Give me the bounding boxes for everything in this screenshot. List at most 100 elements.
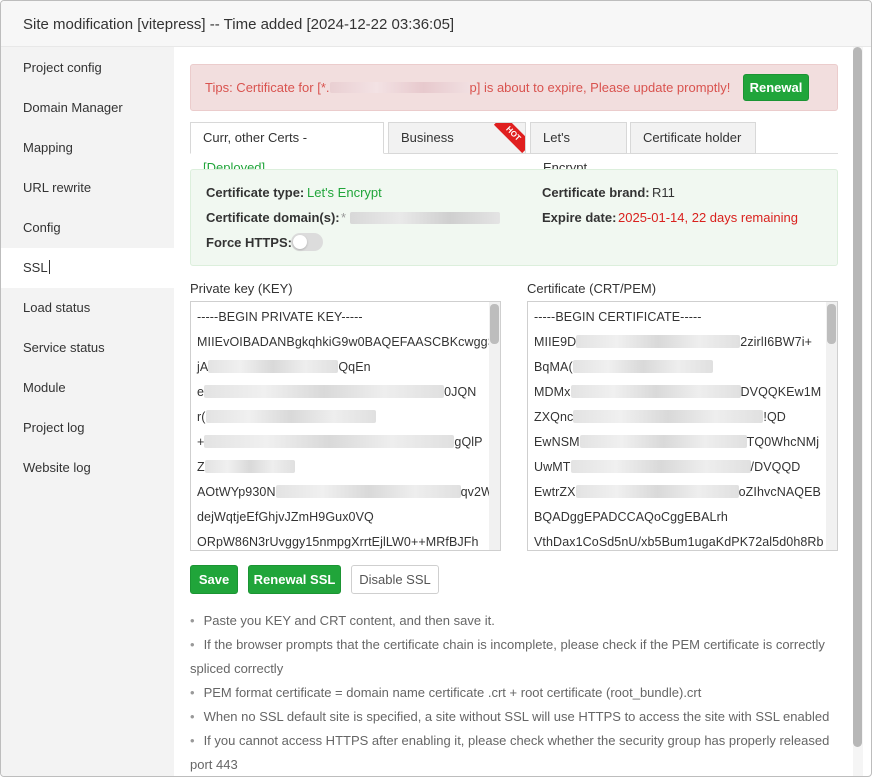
redacted-domain	[349, 212, 500, 224]
expiry-alert: Tips: Certificate for [*. p] is about to …	[190, 64, 838, 111]
key-line: +	[197, 435, 205, 449]
redacted-text	[570, 460, 751, 473]
text-cursor	[48, 260, 50, 274]
force-https-label: Force HTTPS:	[206, 235, 292, 250]
expiry-alert-text: Tips: Certificate for [*. p] is about to …	[205, 80, 730, 95]
note-item: • Paste you KEY and CRT content, and then…	[190, 609, 495, 633]
sidebar-item-service-status[interactable]: Service status	[1, 328, 174, 368]
sidebar-item-domain-manager[interactable]: Domain Manager	[1, 88, 174, 128]
key-line: e	[197, 385, 205, 399]
cert-brand-label: Certificate brand:	[542, 185, 650, 200]
note-text: Paste you KEY and CRT content, and then …	[203, 613, 495, 628]
tab-business-certificate[interactable]: Business Certificate HOT	[388, 122, 526, 154]
redacted-text	[204, 385, 445, 398]
cert-line: MDMx	[534, 385, 571, 399]
note-item-continued: port 443	[190, 753, 238, 776]
alert-suffix: p] is about to expire, Please update pro…	[469, 80, 731, 95]
cert-domain-label: Certificate domain(s):	[206, 210, 340, 225]
cert-line: MIIE9D	[534, 335, 577, 349]
private-key-textarea[interactable]: -----BEGIN PRIVATE KEY----- MIIEvOIBADAN…	[190, 301, 501, 551]
cert-line: ZXQnc	[534, 410, 574, 424]
note-item-continued: spliced correctly	[190, 657, 283, 681]
certificate-scrollbar[interactable]	[826, 302, 837, 550]
sidebar-item-label: Mapping	[23, 140, 73, 155]
cert-line: BqMA(	[534, 360, 573, 374]
sidebar-item-ssl[interactable]: SSL	[1, 248, 174, 288]
content-scrollbar-thumb[interactable]	[853, 47, 862, 747]
tab-label: Business Certificate	[401, 130, 454, 145]
sidebar-item-label: Website log	[23, 460, 91, 475]
key-line-end: 0JQN	[444, 385, 477, 399]
note-item: • When no SSL default site is specified, …	[190, 705, 829, 729]
key-line: Z	[197, 460, 205, 474]
bullet-icon: •	[190, 613, 195, 628]
tab-certificate-holder[interactable]: Certificate holder	[630, 122, 756, 154]
scrollbar-thumb[interactable]	[490, 304, 499, 344]
note-text: port 443	[190, 757, 238, 772]
private-key-label: Private key (KEY)	[190, 281, 293, 296]
redacted-text	[275, 485, 461, 498]
key-line: ORpW86N3rUvggy15nmpgXrrtEjlLW0++MRfBJFh	[197, 535, 479, 549]
redacted-text	[204, 460, 295, 473]
cert-line-end: DVQQKEw1M	[740, 385, 822, 399]
hot-badge: HOT	[493, 123, 525, 153]
cert-line-end: 2zirlI6BW7i+	[740, 335, 812, 349]
sidebar-item-label: Module	[23, 380, 66, 395]
note-text: If the browser prompts that the certific…	[203, 637, 825, 652]
redacted-text	[573, 410, 764, 423]
cert-domain-value: *	[341, 210, 500, 225]
sidebar-item-label: Project log	[23, 420, 85, 435]
cert-line: EwtrZX	[534, 485, 576, 499]
private-key-scrollbar[interactable]	[489, 302, 500, 550]
cert-line-end: !QD	[763, 410, 786, 424]
cert-line: -----BEGIN CERTIFICATE-----	[534, 310, 702, 324]
save-button[interactable]: Save	[190, 565, 238, 594]
sidebar-item-label: Load status	[23, 300, 91, 315]
key-line: dejWqtjeEfGhjvJZmH9Gux0VQ	[197, 510, 374, 524]
disable-ssl-button[interactable]: Disable SSL	[351, 565, 439, 594]
sidebar-item-load-status[interactable]: Load status	[1, 288, 174, 328]
sidebar-item-website-log[interactable]: Website log	[1, 448, 174, 488]
force-https-toggle[interactable]	[291, 233, 323, 251]
sidebar-item-label: Domain Manager	[23, 100, 123, 115]
redacted-text	[579, 435, 747, 448]
certificate-textarea[interactable]: -----BEGIN CERTIFICATE----- MIIE9D 2zirlI…	[527, 301, 838, 551]
sidebar-item-project-config[interactable]: Project config	[1, 48, 174, 88]
scrollbar-thumb[interactable]	[827, 304, 836, 344]
cert-line: BQADggEPADCCAQoCggEBALrh	[534, 510, 728, 524]
cert-line-end: oZIhvcNAQEB	[738, 485, 821, 499]
cert-type-value: Let's Encrypt	[307, 185, 382, 200]
tab-current-certs[interactable]: Curr, other Certs - [Deployed]	[190, 122, 384, 175]
note-text: When no SSL default site is specified, a…	[203, 709, 830, 724]
sidebar-item-label: Service status	[23, 340, 105, 355]
alert-prefix: Tips: Certificate for [*.	[205, 80, 330, 95]
tab-label: Curr, other Certs -	[203, 130, 308, 145]
sidebar-item-project-log[interactable]: Project log	[1, 408, 174, 448]
expire-date-label: Expire date:	[542, 210, 617, 225]
sidebar-item-url-rewrite[interactable]: URL rewrite	[1, 168, 174, 208]
renewal-button[interactable]: Renewal	[743, 74, 809, 101]
key-line: MIIEvOIBADANBgkqhkiG9w0BAQEFAASCBKcwggS	[197, 335, 497, 349]
bullet-icon: •	[190, 733, 195, 748]
redacted-text	[575, 485, 739, 498]
redacted-text	[576, 335, 741, 348]
cert-line-end: TQ0WhcNMj	[746, 435, 820, 449]
toggle-knob	[293, 235, 307, 249]
cert-line: EwNSM	[534, 435, 580, 449]
site-modification-dialog: Site modification [vitepress] -- Time ad…	[0, 0, 872, 777]
sidebar-item-mapping[interactable]: Mapping	[1, 128, 174, 168]
cert-line-end: /DVQQD	[750, 460, 801, 474]
redacted-text	[208, 360, 339, 373]
tab-lets-encrypt[interactable]: Let's Encrypt	[530, 122, 627, 175]
tab-label: Certificate holder	[643, 130, 742, 145]
certificate-label: Certificate (CRT/PEM)	[527, 281, 657, 296]
bullet-icon: •	[190, 709, 195, 724]
note-item: • PEM format certificate = domain name ce…	[190, 681, 701, 705]
bullet-icon: •	[190, 685, 195, 700]
bullet-icon: •	[190, 637, 195, 652]
dialog-titlebar: Site modification [vitepress] -- Time ad…	[1, 1, 871, 47]
renewal-ssl-button[interactable]: Renewal SSL	[248, 565, 341, 594]
sidebar-item-module[interactable]: Module	[1, 368, 174, 408]
sidebar-item-config[interactable]: Config	[1, 208, 174, 248]
cert-type-label: Certificate type:	[206, 185, 305, 200]
